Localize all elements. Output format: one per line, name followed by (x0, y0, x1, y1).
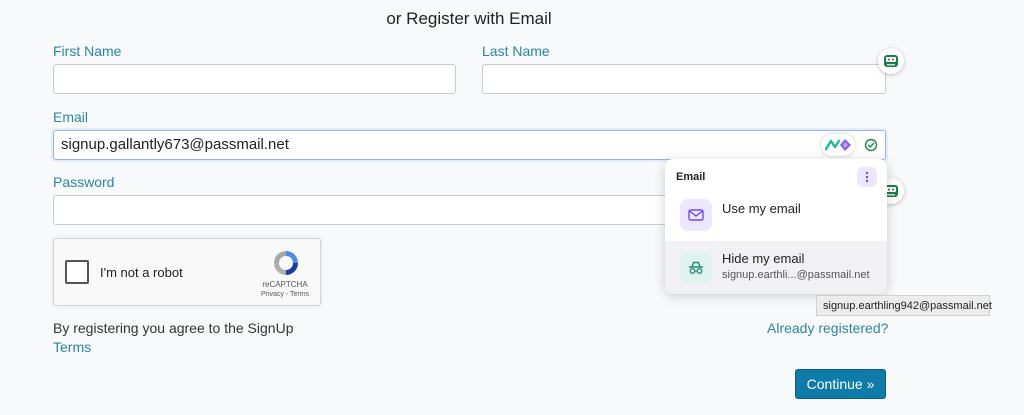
recaptcha-label: I'm not a robot (100, 265, 183, 280)
email-input[interactable]: signup.gallantly673@passmail.net (53, 130, 886, 160)
email-alias-popup: Email Use my email Hide my email signup.… (665, 159, 887, 294)
envelope-icon (688, 209, 704, 221)
pass-autofill-button[interactable] (878, 48, 904, 74)
incognito-icon (689, 261, 703, 274)
recaptcha-checkbox[interactable] (65, 260, 89, 284)
use-my-email-option[interactable]: Use my email (665, 193, 887, 239)
last-name-label: Last Name (482, 43, 550, 59)
first-name-input[interactable] (53, 64, 456, 94)
hide-email-icon-tile (680, 252, 712, 284)
recaptcha-links[interactable]: Privacy - Terms (252, 291, 318, 298)
register-heading: or Register with Email (386, 9, 552, 28)
recaptcha-logo-icon (274, 251, 298, 275)
hide-my-email-option[interactable]: Hide my email signup.earthli...@passmail… (665, 241, 887, 294)
hide-email-label: Hide my email (722, 251, 805, 266)
terms-link[interactable]: Terms (53, 339, 91, 355)
recaptcha-widget: I'm not a robot reCAPTCHA Privacy - Term… (53, 238, 321, 306)
already-registered-link[interactable]: Already registered? (767, 320, 888, 336)
email-extension-button[interactable] (821, 134, 855, 156)
email-valid-indicator (864, 138, 878, 157)
email-label: Email (53, 109, 89, 125)
last-name-input[interactable] (482, 64, 886, 94)
use-email-icon-tile (680, 199, 712, 231)
kebab-menu-icon (865, 171, 869, 183)
recaptcha-brand: reCAPTCHA (262, 280, 308, 289)
check-circle-icon (864, 138, 878, 152)
popup-title: Email (676, 171, 706, 183)
password-label: Password (53, 174, 115, 190)
alias-tooltip: signup.earthling942@passmail.net (816, 295, 992, 316)
first-name-label: First Name (53, 43, 122, 59)
robot-icon (884, 55, 898, 67)
hide-email-preview: signup.earthli...@passmail.net (722, 269, 870, 281)
terms-text: By registering you agree to the SignUp (53, 320, 294, 336)
extension-logo-icon (824, 139, 851, 151)
use-email-label: Use my email (722, 201, 801, 216)
continue-button[interactable]: Continue » (795, 369, 886, 399)
popup-menu-button[interactable] (857, 167, 877, 187)
